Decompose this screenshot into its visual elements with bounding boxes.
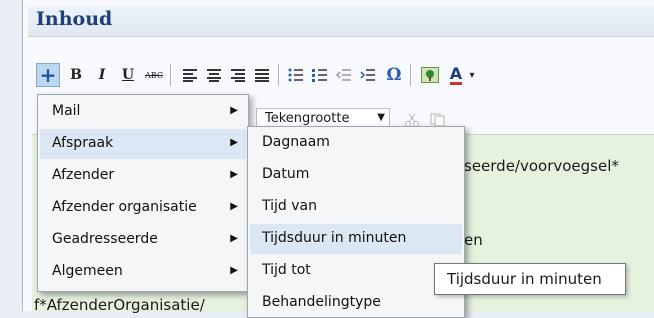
numbered-list-icon [312, 69, 327, 82]
font-color-icon: A [449, 63, 463, 85]
menu-item-afzender-organisatie[interactable]: Afzender organisatie ▶ [40, 193, 246, 223]
menu-item-label: Afzender [52, 167, 115, 183]
align-center-icon [207, 69, 221, 82]
editor-text-line: en [464, 231, 483, 249]
justify-icon [255, 69, 269, 82]
underline-button[interactable]: U [116, 63, 140, 87]
italic-button[interactable]: I [90, 63, 114, 87]
toolbar-separator [410, 64, 411, 86]
menu-item-afspraak[interactable]: Afspraak ▶ [40, 129, 246, 159]
submenu-item-behandelingtype[interactable]: Behandelingtype [250, 288, 462, 318]
menu-item-label: Mail [52, 103, 81, 119]
menu-item-label: Afspraak [52, 135, 114, 151]
menu-item-algemeen[interactable]: Algemeen ▶ [40, 257, 246, 287]
section-header: Inhoud [28, 6, 654, 37]
indent-icon [360, 69, 375, 81]
menu-item-label: Dagnaam [262, 134, 330, 150]
toolbar-separator [278, 64, 279, 86]
insert-field-button[interactable]: + [36, 63, 60, 87]
chevron-down-icon: ▼ [377, 112, 385, 123]
bullet-list-icon [288, 68, 303, 82]
plus-icon: + [39, 63, 57, 87]
bold-button[interactable]: B [64, 63, 88, 87]
submenu-item-tijd-van[interactable]: Tijd van [250, 192, 462, 222]
justify-button[interactable] [250, 63, 274, 87]
tooltip-text: Tijdsduur in minuten [447, 270, 602, 288]
menu-item-mail[interactable]: Mail ▶ [40, 97, 246, 127]
chevron-right-icon: ▶ [230, 233, 238, 244]
copy-icon [430, 113, 445, 127]
font-color-dropdown-icon[interactable]: ▾ [466, 63, 478, 87]
chevron-right-icon: ▶ [230, 137, 238, 148]
chevron-right-icon: ▶ [230, 265, 238, 276]
tooltip: Tijdsduur in minuten [434, 263, 626, 295]
align-left-button[interactable] [178, 63, 202, 87]
align-right-button[interactable] [226, 63, 250, 87]
menu-item-label: Tijd tot [262, 262, 311, 278]
menu-item-label: Tijdsduur in minuten [262, 230, 407, 246]
submenu-item-tijdsduur[interactable]: Tijdsduur in minuten [250, 224, 462, 254]
editor-toolbar: + B I U ABC Ω A ▾ [32, 60, 654, 90]
menu-item-label: Tijd van [262, 198, 317, 214]
menu-item-label: Datum [262, 166, 310, 182]
submenu-item-tijd-tot[interactable]: Tijd tot [250, 256, 462, 286]
insert-image-button[interactable] [418, 63, 442, 87]
submenu-item-dagnaam[interactable]: Dagnaam [250, 128, 462, 158]
section-title: Inhoud [36, 8, 113, 30]
outdent-button[interactable] [332, 63, 356, 87]
numbered-list-button[interactable] [308, 63, 332, 87]
menu-item-label: Behandelingtype [262, 294, 381, 310]
strikethrough-button[interactable]: ABC [142, 63, 166, 87]
insert-field-menu: Mail ▶ Afspraak ▶ Afzender ▶ Afzender or… [37, 94, 249, 292]
cut-icon [405, 113, 419, 127]
menu-item-geadresseerde[interactable]: Geadresseerde ▶ [40, 225, 246, 255]
menu-item-label: Geadresseerde [52, 231, 158, 247]
image-icon [421, 67, 439, 83]
submenu-item-datum[interactable]: Datum [250, 160, 462, 190]
font-color-button[interactable]: A [444, 63, 468, 87]
align-right-icon [231, 69, 245, 82]
outdent-icon [336, 69, 351, 81]
chevron-right-icon: ▶ [230, 105, 238, 116]
editor-text-line: seerde/voorvoegsel* [464, 157, 619, 175]
editor-text-line: f*AfzenderOrganisatie/ [34, 296, 205, 314]
menu-item-afzender[interactable]: Afzender ▶ [40, 161, 246, 191]
font-size-label: Tekengrootte [265, 111, 350, 126]
menu-item-label: Algemeen [52, 263, 123, 279]
special-char-button[interactable]: Ω [382, 63, 406, 87]
align-left-icon [183, 69, 197, 82]
align-center-button[interactable] [202, 63, 226, 87]
chevron-right-icon: ▶ [230, 169, 238, 180]
afspraak-submenu: Dagnaam Datum Tijd van Tijdsduur in minu… [247, 126, 465, 318]
indent-button[interactable] [356, 63, 380, 87]
chevron-right-icon: ▶ [230, 201, 238, 212]
toolbar-separator [170, 64, 171, 86]
bullet-list-button[interactable] [284, 63, 308, 87]
menu-item-label: Afzender organisatie [52, 199, 197, 215]
